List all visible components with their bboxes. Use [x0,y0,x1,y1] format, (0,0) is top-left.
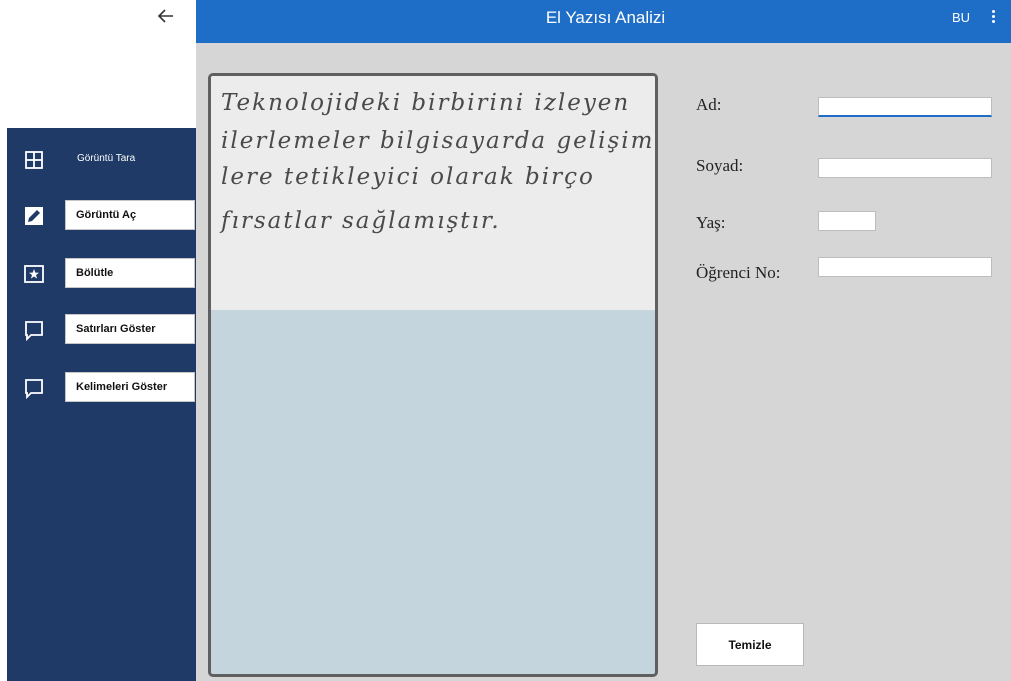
student-number-field[interactable] [818,257,992,277]
user-initials[interactable]: BU [952,10,970,25]
first-name-field[interactable] [818,97,992,117]
handwriting-line: Teknolojideki birbirini izleyen [221,90,631,116]
comment-icon [25,379,43,399]
last-name-label: Soyad: [696,156,744,175]
sidebar-item-show-words[interactable]: Kelimeleri Göster [7,372,196,404]
pencil-icon [25,207,43,225]
image-viewer[interactable]: Teknolojideki birbirini izleyen ilerleme… [208,73,658,677]
grid-icon [25,151,43,169]
sidebar-item-segment[interactable]: Bölütle [7,258,196,290]
handwriting-image: Teknolojideki birbirini izleyen ilerleme… [211,76,655,310]
open-image-button[interactable]: Görüntü Aç [65,200,195,230]
student-number-label: Öğrenci No: [696,263,781,282]
sidebar-item-open-image[interactable]: Görüntü Aç [7,200,196,232]
sidebar-item-show-lines[interactable]: Satırları Göster [7,314,196,346]
back-arrow-icon[interactable] [155,5,177,27]
first-name-label: Ad: [696,95,722,114]
clear-button[interactable]: Temizle [696,623,804,666]
comment-icon [25,321,43,341]
handwriting-line: lere tetikleyici olarak birço [221,164,595,190]
handwriting-line: fırsatlar sağlamıştır. [221,208,501,234]
age-label: Yaş: [696,213,726,232]
age-field[interactable] [818,211,876,231]
sidebar: Görüntü Tara Görüntü Aç Bölütle Satırlar… [7,128,196,681]
app-title: El Yazısı Analizi [545,8,666,27]
segment-button[interactable]: Bölütle [65,258,195,288]
last-name-field[interactable] [818,158,992,178]
star-box-icon [24,265,44,283]
title-bar: El Yazısı Analizi BU [196,0,1011,43]
handwriting-line: ilerlemeler bilgisayarda gelişim- [221,128,658,154]
show-lines-button[interactable]: Satırları Göster [65,314,195,344]
back-area [0,0,196,45]
show-words-button[interactable]: Kelimeleri Göster [65,372,195,402]
sidebar-item-scan-image[interactable]: Görüntü Tara [7,144,196,176]
more-options-icon[interactable] [989,8,997,28]
main-area: Teknolojideki birbirini izleyen ilerleme… [196,43,1011,681]
sidebar-item-label: Görüntü Tara [77,153,136,164]
